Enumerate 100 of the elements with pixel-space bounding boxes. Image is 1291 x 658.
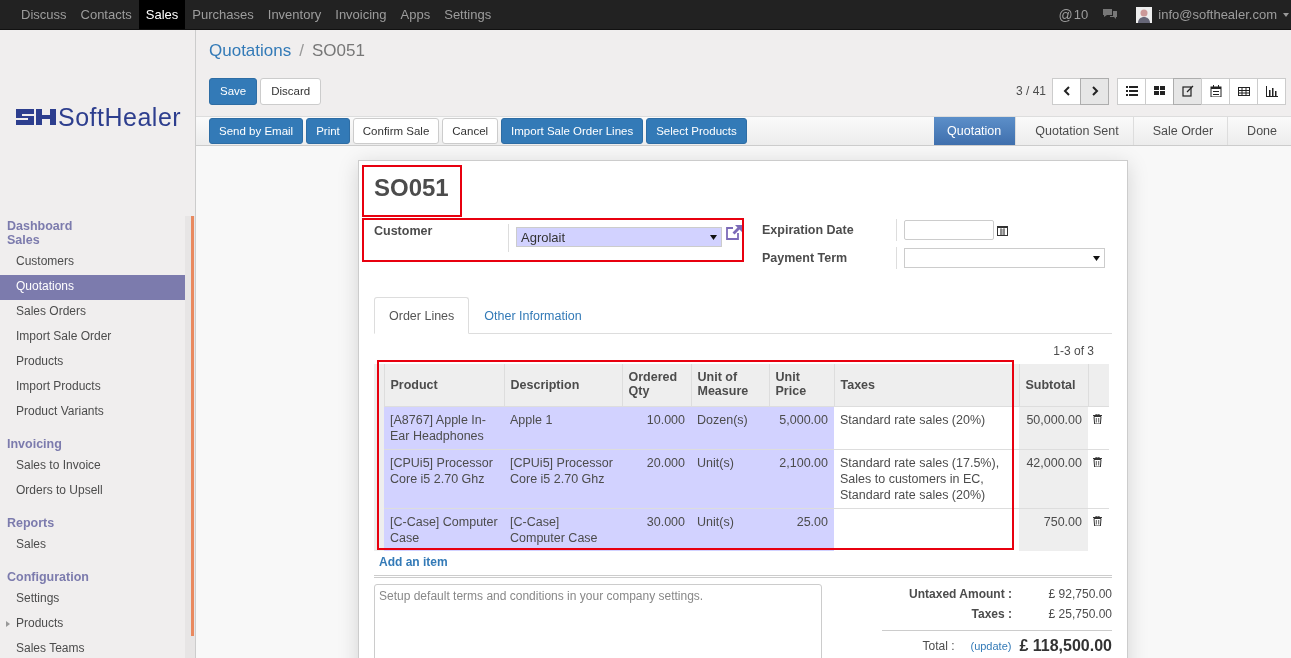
total-label: Total : <box>922 639 955 653</box>
bar-chart-icon <box>1265 85 1278 97</box>
menu-section-title[interactable]: Configuration <box>0 567 186 587</box>
table-cell: 2,100.00 <box>779 456 828 470</box>
field-label: Customer <box>374 224 509 252</box>
status-stage[interactable]: Done <box>1227 117 1291 145</box>
next-button[interactable] <box>1080 77 1109 105</box>
form-view-button[interactable] <box>1173 77 1202 105</box>
table-cell: 50,000.00 <box>1026 413 1082 427</box>
app-menu-item[interactable]: Discuss <box>14 0 74 29</box>
action-button[interactable]: Cancel <box>442 118 499 144</box>
field-label: Payment Term <box>762 247 897 269</box>
mention-count: 10 <box>1073 7 1089 22</box>
update-link[interactable]: (update) <box>970 640 1012 652</box>
menu-item[interactable]: Quotations <box>0 275 186 300</box>
scrollbar[interactable] <box>191 216 195 636</box>
app-menu-item[interactable]: Contacts <box>73 0 139 29</box>
menu-section-title[interactable]: Sales <box>0 233 186 250</box>
breadcrumb-current: SO051 <box>311 41 365 61</box>
menu-item[interactable]: Orders to Upsell <box>0 479 186 504</box>
save-button[interactable]: Save <box>209 77 258 105</box>
app-menu-item[interactable]: Invoicing <box>328 0 394 29</box>
previous-button[interactable] <box>1052 77 1081 105</box>
trash-icon[interactable] <box>1093 457 1102 467</box>
total-value: £ 25,750.00 <box>1047 607 1112 621</box>
external-link-icon[interactable] <box>725 224 743 241</box>
menu-item[interactable]: Product Variants <box>0 400 186 425</box>
app-menu-item[interactable]: Inventory <box>260 0 329 29</box>
table-cell: 5,000.00 <box>779 413 828 427</box>
kanban-view-button[interactable] <box>1145 77 1174 105</box>
status-stage[interactable]: Quotation <box>934 117 1016 145</box>
calendar-icon <box>1209 85 1222 97</box>
avatar-icon <box>1136 6 1153 23</box>
table-icon <box>1237 85 1250 97</box>
app-menu-item[interactable]: Sales <box>138 0 186 29</box>
terms-field[interactable]: Setup default terms and conditions in your company settings. <box>374 584 822 658</box>
action-button[interactable]: Print <box>306 118 350 144</box>
table-cell: Dozen(s) <box>697 413 748 427</box>
table-cell: Unit(s) <box>697 515 734 529</box>
table-cell: 750.00 <box>1043 515 1082 529</box>
tab[interactable]: Other Information <box>469 297 597 334</box>
menu-item[interactable]: Sales Teams <box>0 637 186 658</box>
table-cell: 20.000 <box>646 456 685 470</box>
caret-icon <box>1283 12 1289 17</box>
menu-item[interactable]: Customers <box>0 250 186 275</box>
menu-item[interactable]: Sales <box>0 533 186 558</box>
chevron-left-icon <box>1062 86 1071 96</box>
customer-select[interactable]: Agrolait <box>516 227 722 247</box>
add-item-link[interactable]: Add an item <box>379 555 448 569</box>
table-cell: 42,000.00 <box>1026 456 1082 470</box>
grand-total: £ 118,500.00 <box>1019 637 1112 655</box>
menu-item[interactable]: Sales to Invoice <box>0 454 186 479</box>
app-menu-item[interactable]: Settings <box>437 0 499 29</box>
action-button[interactable]: Send by Email <box>209 118 304 144</box>
menu-item[interactable]: Import Products <box>0 375 186 400</box>
breadcrumb-link[interactable]: Quotations <box>209 41 292 61</box>
calendar-view-button[interactable] <box>1201 77 1230 105</box>
at-sign-icon: @ <box>1058 6 1073 23</box>
list-view-button[interactable] <box>1117 77 1146 105</box>
table-cell: [A8767] Apple In-Ear Headphones <box>390 413 486 443</box>
tab[interactable]: Order Lines <box>374 297 470 334</box>
total-label: Untaxed Amount : <box>908 587 1012 601</box>
chat-icon[interactable] <box>1102 8 1119 21</box>
field-label: Expiration Date <box>762 219 897 241</box>
trash-icon[interactable] <box>1093 516 1102 526</box>
trash-icon[interactable] <box>1093 414 1102 424</box>
table-cell-text: Standard rate sales (17.5%), Sales to customers in EC, Standard rate sales (20%) <box>840 455 1001 503</box>
list-icon <box>1125 85 1138 97</box>
table-cell: Apple 1 <box>510 413 553 427</box>
list-pager: 1-3 of 3 <box>1053 344 1094 358</box>
table-cell: [C-Case] Computer Case <box>390 515 498 545</box>
menu-item[interactable]: Sales Orders <box>0 300 186 325</box>
calendar-icon[interactable] <box>997 224 1008 236</box>
discard-button[interactable]: Discard <box>260 77 322 105</box>
app-menu-item[interactable]: Apps <box>393 0 438 29</box>
action-button[interactable]: Select Products <box>646 118 747 144</box>
date-field[interactable] <box>904 220 994 240</box>
action-button[interactable]: Confirm Sale <box>352 118 440 144</box>
user-menu[interactable]: info@softhealer.com <box>1158 7 1277 22</box>
order-number: SO051 <box>374 174 449 202</box>
pivot-view-button[interactable] <box>1229 77 1258 105</box>
breadcrumb-separator: / <box>299 41 304 61</box>
table-cell-text: Standard rate sales (20%) <box>840 412 987 428</box>
dropdown-arrow-icon <box>1093 255 1100 261</box>
menu-item[interactable]: Products <box>0 612 186 637</box>
table-cell: [CPUi5] Processor Core i5 2.70 Ghz <box>390 456 493 486</box>
edit-icon <box>1181 85 1194 97</box>
action-button[interactable]: Import Sale Order Lines <box>501 118 644 144</box>
menu-item[interactable]: Products <box>0 350 186 375</box>
app-menu-item[interactable]: Purchases <box>185 0 261 29</box>
total-value: £ 92,750.00 <box>1047 587 1112 601</box>
table-cell: [C-Case] Computer Case <box>510 515 598 545</box>
logo-icon <box>16 106 56 128</box>
total-label: Taxes : <box>970 607 1012 621</box>
menu-item[interactable]: Import Sale Order <box>0 325 186 350</box>
graph-view-button[interactable] <box>1257 77 1286 105</box>
status-stage[interactable]: Quotation Sent <box>1015 117 1133 145</box>
status-stage[interactable]: Sale Order <box>1132 117 1228 145</box>
logo-text: SoftHealer <box>58 102 182 132</box>
menu-item[interactable]: Settings <box>0 587 186 612</box>
